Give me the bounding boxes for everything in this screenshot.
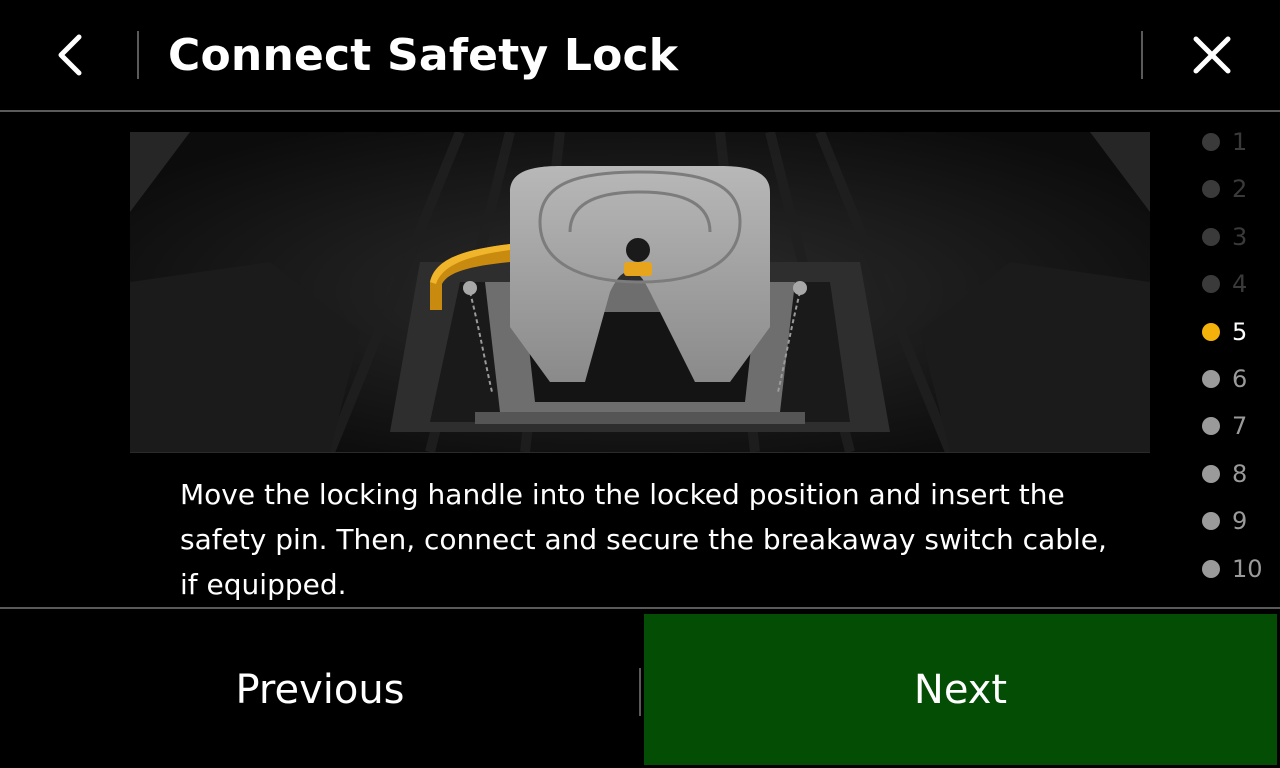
step-4: 4 — [1196, 264, 1272, 304]
fifth-wheel-hitch-illustration — [130, 132, 1150, 453]
step-1: 1 — [1196, 122, 1272, 162]
header-divider-right — [1141, 31, 1143, 79]
next-button[interactable]: Next — [644, 614, 1277, 765]
step-dot-icon — [1202, 370, 1220, 388]
step-number: 8 — [1232, 459, 1248, 488]
step-number: 1 — [1232, 128, 1248, 156]
step-9: 9 — [1196, 501, 1272, 541]
step-dot-icon — [1202, 133, 1220, 151]
step-10: 10 — [1196, 549, 1272, 589]
step-number: 10 — [1232, 554, 1263, 583]
step-number: 6 — [1232, 365, 1248, 393]
step-number: 5 — [1232, 317, 1248, 346]
footer-divider — [0, 607, 1280, 609]
page-title: Connect Safety Lock — [168, 30, 679, 81]
step-number: 7 — [1232, 412, 1248, 441]
step-2: 2 — [1196, 169, 1272, 209]
step-number: 4 — [1232, 270, 1248, 299]
close-button[interactable] — [1180, 22, 1244, 88]
step-3: 3 — [1196, 217, 1272, 257]
step-number: 3 — [1232, 222, 1248, 251]
header-divider-left — [137, 31, 139, 79]
step-dot-icon — [1202, 417, 1220, 436]
step-number: 9 — [1232, 507, 1248, 536]
step-8: 8 — [1196, 454, 1272, 494]
back-button[interactable] — [40, 22, 100, 88]
step-dot-icon — [1202, 322, 1220, 341]
step-dot-icon — [1202, 227, 1220, 246]
step-dot-icon — [1202, 180, 1220, 199]
footer-divider-center — [639, 668, 641, 716]
step-indicator: 1 2 3 4 5 6 7 8 9 10 — [1196, 122, 1280, 592]
header-divider — [0, 110, 1280, 112]
step-6: 6 — [1196, 359, 1272, 399]
step-7: 7 — [1196, 406, 1272, 446]
step-5: 5 — [1196, 312, 1272, 352]
step-dot-icon — [1202, 559, 1220, 578]
instruction-text: Move the locking handle into the locked … — [180, 478, 1107, 601]
step-dot-icon — [1202, 275, 1220, 294]
step-dot-icon — [1202, 464, 1220, 483]
close-icon — [1193, 36, 1231, 74]
chevron-left-icon — [58, 34, 82, 76]
step-dot-icon — [1202, 512, 1220, 531]
step-number: 2 — [1232, 175, 1248, 204]
previous-button[interactable]: Previous — [0, 612, 640, 768]
